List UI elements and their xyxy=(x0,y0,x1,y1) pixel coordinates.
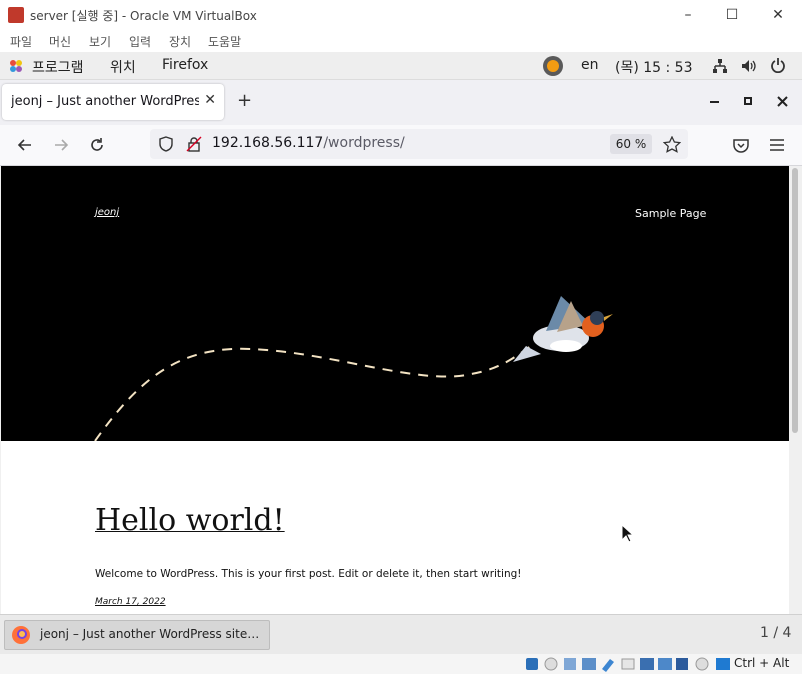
url-text: 192.168.56.117/wordpress/ xyxy=(212,135,405,151)
back-icon[interactable] xyxy=(16,136,34,154)
vbox-menu-bar: 파일 머신 보기 입력 장치 도움말 xyxy=(0,30,802,52)
zoom-indicator[interactable]: 60 % xyxy=(610,134,652,154)
virtualbox-icon xyxy=(8,7,24,23)
clock[interactable]: (목) 15 : 53 xyxy=(615,57,693,77)
window-list-label: jeonj – Just another WordPress site… xyxy=(40,627,260,641)
network-icon[interactable] xyxy=(712,58,728,74)
bird-icon xyxy=(513,296,613,362)
url-bar[interactable]: 192.168.56.117/wordpress/ 60 % xyxy=(150,129,688,159)
post-date-link[interactable]: March 17, 2022 xyxy=(95,597,166,607)
tray-app-icon[interactable] xyxy=(542,55,564,77)
firefox-tab-strip: jeonj – Just another WordPress site ✕ + xyxy=(0,80,802,125)
scrollbar-thumb[interactable] xyxy=(792,168,798,433)
pocket-icon[interactable] xyxy=(732,136,750,154)
url-host: 192.168.56.117 xyxy=(212,135,324,151)
insecure-lock-icon[interactable] xyxy=(186,136,202,152)
menu-machine[interactable]: 머신 xyxy=(49,33,71,50)
tab-close-icon[interactable]: ✕ xyxy=(204,92,216,108)
vbox-status-bar: Ctrl + Alt xyxy=(0,654,802,674)
bird-flight-illustration xyxy=(94,296,613,441)
gnome-top-bar: 프로그램 위치 Firefox en (목) 15 : 53 xyxy=(0,52,802,80)
power-icon[interactable] xyxy=(770,57,786,73)
gnome-window-list: jeonj – Just another WordPress site… 1 /… xyxy=(0,614,802,655)
menu-view[interactable]: 보기 xyxy=(89,33,111,50)
host-key-label: Ctrl + Alt xyxy=(734,656,790,670)
new-tab-button[interactable]: + xyxy=(237,90,252,111)
menu-input[interactable]: 입력 xyxy=(129,33,151,50)
places-menu[interactable]: 위치 xyxy=(110,57,136,77)
workspace-indicator[interactable]: 1 / 4 xyxy=(760,625,791,641)
applications-menu[interactable]: 프로그램 xyxy=(32,57,84,77)
vbox-title-bar: server [실행 중] - Oracle VM VirtualBox – ☐… xyxy=(0,0,802,31)
post-title[interactable]: Hello world! xyxy=(95,503,285,538)
post-excerpt: Welcome to WordPress. This is your first… xyxy=(95,568,522,580)
firefox-app-menu[interactable]: Firefox xyxy=(162,57,208,73)
minimize-icon[interactable] xyxy=(708,97,722,107)
close-icon[interactable]: ✕ xyxy=(768,6,788,24)
vbox-window-title: server [실행 중] - Oracle VM VirtualBox xyxy=(30,9,257,23)
page-scrollbar[interactable] xyxy=(789,166,801,614)
shield-icon[interactable] xyxy=(158,136,174,152)
mouse-cursor-icon xyxy=(621,524,635,543)
restore-icon[interactable] xyxy=(742,95,756,109)
web-page: jeonj Sample Page Hello world! Welcome t… xyxy=(1,166,789,614)
menu-file[interactable]: 파일 xyxy=(10,33,32,50)
menu-help[interactable]: 도움말 xyxy=(208,33,241,50)
firefox-icon xyxy=(12,626,30,644)
minimize-icon[interactable]: – xyxy=(678,6,698,24)
app-menu-icon[interactable] xyxy=(768,136,786,154)
reload-icon[interactable] xyxy=(88,136,106,154)
maximize-icon[interactable]: ☐ xyxy=(722,6,742,24)
firefox-nav-bar: 192.168.56.117/wordpress/ 60 % xyxy=(0,125,802,166)
window-list-item-firefox[interactable]: jeonj – Just another WordPress site… xyxy=(4,620,270,650)
vbox-device-icons[interactable] xyxy=(524,656,732,672)
close-icon[interactable] xyxy=(776,95,790,109)
menu-devices[interactable]: 장치 xyxy=(169,33,191,50)
tab-active[interactable]: jeonj – Just another WordPress site ✕ xyxy=(2,84,224,120)
url-path: /wordpress/ xyxy=(323,135,405,151)
site-header-hero: jeonj Sample Page xyxy=(1,166,789,441)
forward-icon[interactable] xyxy=(52,136,70,154)
input-language-indicator[interactable]: en xyxy=(581,57,599,73)
volume-icon[interactable] xyxy=(740,58,756,74)
bookmark-star-icon[interactable] xyxy=(663,136,681,154)
applications-icon xyxy=(10,60,22,72)
tab-title: jeonj – Just another WordPress site xyxy=(11,94,199,109)
